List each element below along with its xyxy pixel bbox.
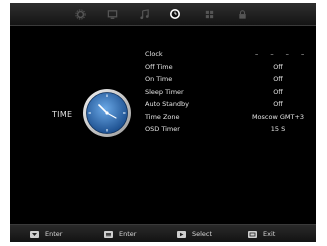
setting-off-time[interactable]: Off Time Off [145, 61, 315, 74]
key-hint-bar: Enter Enter Select Exit [10, 224, 316, 242]
setting-auto-standby[interactable]: Auto Standby Off [145, 98, 315, 111]
setting-label: On Time [145, 75, 173, 83]
tab-lock[interactable] [235, 7, 249, 21]
enter-key-icon [30, 230, 39, 238]
tab-setup[interactable] [202, 7, 216, 21]
lock-icon [238, 9, 246, 19]
hint-enter: Enter [30, 229, 62, 239]
osd-screen: TIME Clock – – – – Off Time Off On Time … [10, 3, 316, 242]
setting-clock[interactable]: Clock – – – – [145, 48, 315, 61]
setting-time-zone[interactable]: Time Zone Moscow GMT+3 [145, 111, 315, 124]
gear-icon [74, 8, 86, 20]
tab-picture[interactable] [105, 7, 119, 21]
setting-label: OSD Timer [145, 125, 180, 133]
hint-label: Select [192, 230, 213, 238]
setting-sleep-timer[interactable]: Sleep Timer Off [145, 86, 315, 99]
tab-sound[interactable] [137, 7, 151, 21]
setting-label: Time Zone [145, 112, 180, 121]
exit-key-icon [248, 230, 257, 238]
setting-osd-timer[interactable]: OSD Timer 15 S [145, 123, 315, 136]
clock-icon [83, 89, 131, 137]
setting-value: Off [273, 62, 283, 71]
setting-value: – – – – [255, 50, 310, 58]
hint-label: Enter [45, 230, 63, 238]
clock-icon [170, 9, 180, 19]
setting-value: Off [273, 75, 283, 83]
grid-icon [205, 10, 213, 18]
setting-label: Auto Standby [145, 100, 190, 108]
menu-tab-bar [10, 3, 316, 26]
setting-label: Clock [145, 50, 163, 58]
setting-value: 15 S [270, 125, 286, 133]
setting-value: Moscow GMT+3 [251, 112, 305, 121]
music-note-icon [139, 8, 149, 19]
monitor-icon [107, 9, 117, 19]
select-key-icon [177, 230, 186, 238]
setting-on-time[interactable]: On Time Off [145, 73, 315, 86]
hint-menu: Enter [104, 229, 136, 239]
menu-key-icon [104, 230, 113, 238]
hint-select: Select [177, 229, 212, 239]
setting-label: Off Time [145, 62, 173, 71]
hint-exit: Exit [248, 229, 275, 239]
setting-value: Off [273, 100, 283, 108]
setting-value: Off [273, 87, 283, 96]
section-title: TIME [52, 110, 73, 119]
hint-label: Enter [119, 230, 137, 238]
time-settings-list: Clock – – – – Off Time Off On Time Off S… [145, 48, 315, 136]
tab-settings[interactable] [73, 7, 87, 21]
hint-label: Exit [263, 230, 276, 238]
tab-time[interactable] [168, 7, 182, 21]
setting-label: Sleep Timer [145, 87, 184, 96]
